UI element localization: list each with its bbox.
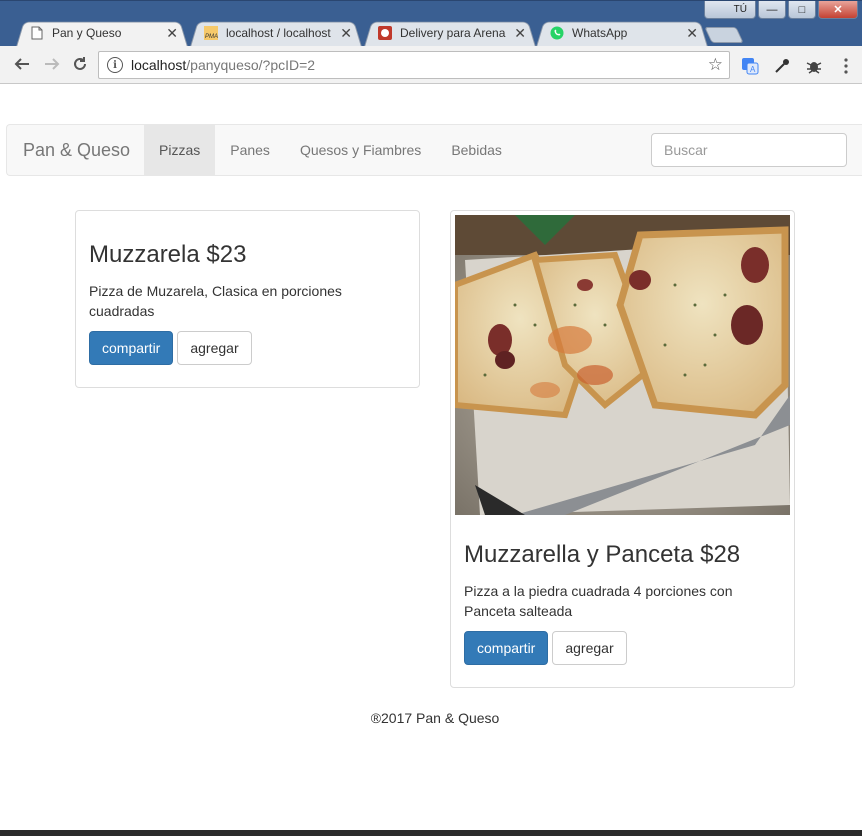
back-arrow-icon [14,58,29,70]
maximize-icon: □ [798,3,806,16]
tab-localhost[interactable]: PMA localhost / localhost ✕ [190,19,362,47]
tab-title: WhatsApp [572,26,628,40]
profile-button[interactable]: TÚ [704,1,756,19]
forward-arrow-icon [45,58,60,70]
delivery-icon [378,26,392,40]
menu-kebab-icon[interactable] [836,56,856,76]
nav-item-panes[interactable]: Panes [215,125,285,175]
forward-button[interactable] [42,55,62,75]
tab-title: Delivery para Arenale [400,26,507,40]
close-window-button[interactable]: ✕ [818,1,858,19]
page-footer: ®2017 Pan & Queso [370,710,500,726]
new-tab-button[interactable] [704,27,744,43]
product-description: Pizza a la piedra cuadrada 4 porciones c… [464,583,733,619]
browser-tab-strip: TÚ — □ ✕ Pan y Queso ✕ PMA localhost / l… [0,0,862,46]
whatsapp-icon [550,26,564,40]
page-viewport: Pan & Queso Pizzas Panes Quesos y Fiambr… [0,85,862,830]
window-bottom-edge [0,830,862,836]
back-button[interactable] [12,55,32,75]
window-controls: TÚ — □ ✕ [704,1,858,19]
profile-label: TÚ [733,4,747,15]
minimize-icon: — [766,3,778,16]
browser-toolbar: i localhost/panyqueso/?pcID=2 ☆ A [0,46,862,84]
product-caption: Muzzarela $23 Pizza de Muzarela, Clasica… [89,241,406,365]
nav-item-quesos-y-fiambres[interactable]: Quesos y Fiambres [285,125,436,175]
product-card: Muzzarella y Panceta $28 Pizza a la pied… [450,210,795,688]
url-path: /panyqueso/?pcID=2 [186,57,316,73]
svg-text:PMA: PMA [205,34,218,40]
product-actions: compartir agregar [464,631,781,665]
product-title: Muzzarela $23 [89,241,247,268]
add-to-cart-button[interactable]: agregar [177,331,252,365]
nav-item-pizzas[interactable]: Pizzas [144,125,216,175]
tab-delivery[interactable]: Delivery para Arenale ✕ [364,19,536,47]
product-photo [455,215,790,515]
tab-close-icon[interactable]: ✕ [686,25,698,42]
nav-item-bebidas[interactable]: Bebidas [436,125,517,175]
site-navbar: Pan & Queso Pizzas Panes Quesos y Fiambr… [6,124,862,176]
eyedropper-extension-icon[interactable] [772,56,792,76]
tab-title: Pan y Queso [52,26,122,40]
address-bar[interactable]: i localhost/panyqueso/?pcID=2 ☆ [98,51,730,79]
tab-whatsapp[interactable]: WhatsApp ✕ [536,19,708,47]
tab-title: localhost / localhost [226,26,331,40]
product-caption: Muzzarella y Panceta $28 Pizza a la pied… [464,541,781,665]
share-button[interactable]: compartir [89,331,174,365]
svg-text:A: A [750,65,756,74]
tab-close-icon[interactable]: ✕ [514,25,526,42]
add-to-cart-button[interactable]: agregar [552,631,627,665]
page-icon [30,26,44,40]
translate-extension-icon[interactable]: A [740,56,760,76]
tab-pan-y-queso[interactable]: Pan y Queso ✕ [16,19,188,47]
brand-link[interactable]: Pan & Queso [23,125,130,175]
phpmyadmin-icon: PMA [204,26,218,40]
product-title: Muzzarella y Panceta $28 [464,541,741,568]
bookmark-star-icon[interactable]: ☆ [708,55,723,75]
info-icon[interactable]: i [107,57,123,73]
minimize-button[interactable]: — [758,1,786,19]
share-button[interactable]: compartir [464,631,549,665]
bug-extension-icon[interactable] [804,56,824,76]
reload-button[interactable] [70,55,90,75]
product-description: Pizza de Muzarela, Clasica en porciones … [89,283,342,319]
tab-close-icon[interactable]: ✕ [166,25,178,42]
url-host: localhost [131,57,187,73]
search-input[interactable] [651,133,847,167]
reload-icon [74,57,86,70]
product-actions: compartir agregar [89,331,406,365]
maximize-button[interactable]: □ [788,1,816,19]
pizza-photo-illustration [455,215,790,515]
close-icon: ✕ [833,4,843,16]
product-card: Muzzarela $23 Pizza de Muzarela, Clasica… [75,210,420,388]
nav-links: Pizzas Panes Quesos y Fiambres Bebidas [144,125,517,175]
tab-close-icon[interactable]: ✕ [340,25,352,42]
